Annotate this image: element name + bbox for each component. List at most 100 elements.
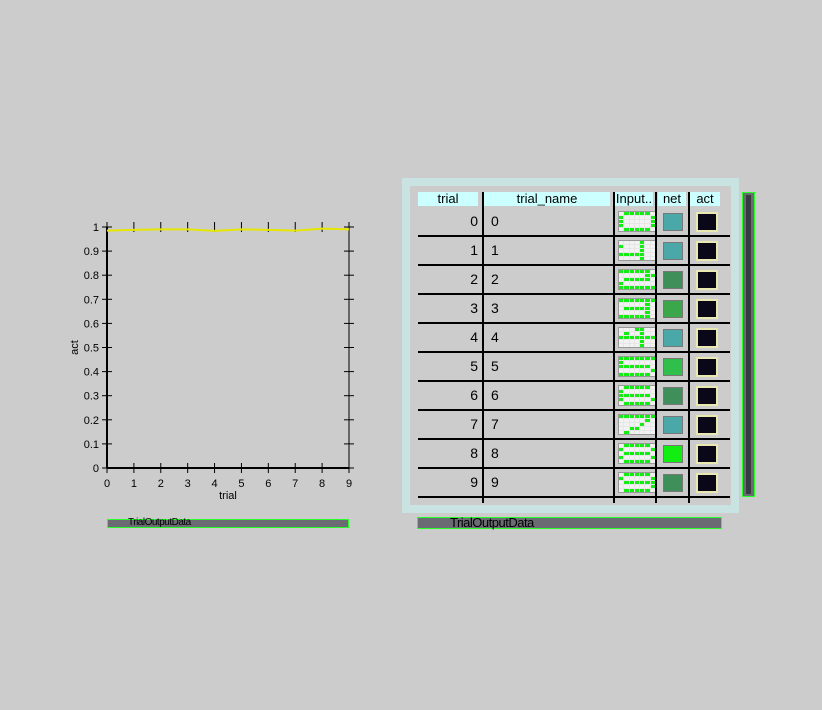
act-value-cell[interactable] (696, 444, 718, 464)
act-value-cell[interactable] (696, 270, 718, 290)
cell-trial[interactable]: 1 (418, 242, 478, 258)
input-unit (645, 340, 650, 343)
net-value-cell[interactable] (663, 416, 683, 434)
input-unit (640, 452, 645, 455)
cell-trial-name[interactable]: 8 (491, 445, 499, 461)
input-unit (629, 332, 634, 335)
input-unit (640, 394, 645, 397)
input-unit (629, 423, 634, 426)
act-value-cell[interactable] (696, 299, 718, 319)
table-row[interactable]: 55 (418, 353, 730, 382)
net-value-cell[interactable] (663, 271, 683, 289)
input-unit (634, 299, 640, 302)
net-value-cell[interactable] (663, 213, 683, 231)
input-unit (624, 249, 629, 252)
cell-trial-name[interactable]: 3 (491, 300, 499, 316)
input-unit (634, 278, 640, 281)
act-value-cell[interactable] (696, 415, 718, 435)
input-unit (629, 489, 634, 492)
input-pattern-cell[interactable] (618, 443, 656, 464)
input-pattern-cell[interactable] (618, 327, 656, 348)
cell-trial[interactable]: 9 (418, 474, 478, 490)
input-unit (619, 361, 624, 364)
input-pattern-cell[interactable] (618, 240, 656, 261)
table-row[interactable]: 66 (418, 382, 730, 411)
cell-trial[interactable]: 7 (418, 416, 478, 432)
net-value-cell[interactable] (663, 300, 683, 318)
cell-trial-name[interactable]: 5 (491, 358, 499, 374)
table-row[interactable]: 88 (418, 440, 730, 469)
net-value-cell[interactable] (663, 474, 683, 492)
y-axis-title: act (69, 340, 81, 355)
col-header-act[interactable]: act (690, 192, 720, 206)
input-pattern-cell[interactable] (618, 414, 656, 435)
act-value-cell[interactable] (696, 212, 718, 232)
table-row[interactable]: 11 (418, 237, 730, 266)
input-unit (645, 278, 650, 281)
input-unit (624, 307, 629, 310)
cell-trial[interactable]: 2 (418, 271, 478, 287)
input-pattern-cell[interactable] (618, 211, 656, 232)
col-divider (688, 192, 690, 503)
input-unit (629, 477, 634, 480)
grid-vertical-scrollbar[interactable] (742, 192, 755, 497)
input-unit (640, 427, 645, 430)
cell-trial[interactable]: 0 (418, 213, 478, 229)
cell-trial[interactable]: 4 (418, 329, 478, 345)
cell-trial[interactable]: 8 (418, 445, 478, 461)
table-row[interactable]: 44 (418, 324, 730, 353)
cell-trial-name[interactable]: 4 (491, 329, 499, 345)
table-row[interactable]: 00 (418, 208, 730, 237)
table-row[interactable]: 77 (418, 411, 730, 440)
net-value-cell[interactable] (663, 358, 683, 376)
col-header-trial[interactable]: trial (418, 192, 478, 206)
input-unit (629, 448, 634, 451)
act-value-cell[interactable] (696, 357, 718, 377)
net-value-cell[interactable] (663, 387, 683, 405)
scrollbar-thumb[interactable] (746, 195, 751, 494)
cell-trial-name[interactable]: 2 (491, 271, 499, 287)
act-series-line (106, 227, 350, 232)
cell-trial[interactable]: 6 (418, 387, 478, 403)
input-unit (634, 307, 640, 310)
input-unit (629, 228, 634, 231)
cell-trial-name[interactable]: 1 (491, 242, 499, 258)
col-header-net[interactable]: net (658, 192, 686, 206)
input-unit (645, 386, 650, 389)
net-value-cell[interactable] (663, 329, 683, 347)
input-pattern-cell[interactable] (618, 472, 656, 493)
cell-trial-name[interactable]: 6 (491, 387, 499, 403)
input-unit (634, 249, 640, 252)
input-pattern-cell[interactable] (618, 269, 656, 290)
input-pattern-cell[interactable] (618, 298, 656, 319)
input-unit (645, 286, 650, 289)
cell-trial[interactable]: 5 (418, 358, 478, 374)
input-unit (634, 489, 640, 492)
cell-trial-name[interactable]: 7 (491, 416, 499, 432)
input-unit (619, 423, 624, 426)
net-value-cell[interactable] (663, 445, 683, 463)
input-pattern-cell[interactable] (618, 385, 656, 406)
graph-label-text: TrialOutputData (128, 517, 191, 528)
input-unit (619, 332, 624, 335)
input-pattern-cell[interactable] (618, 356, 656, 377)
graph-label-bar[interactable]: TrialOutputData (107, 517, 349, 528)
input-unit (645, 423, 650, 426)
act-value-cell[interactable] (696, 386, 718, 406)
input-unit (640, 373, 645, 376)
input-unit (619, 307, 624, 310)
table-row[interactable]: 99 (418, 469, 730, 498)
col-header-trial-name[interactable]: trial_name (484, 192, 610, 206)
table-row[interactable]: 22 (418, 266, 730, 295)
cell-trial-name[interactable]: 0 (491, 213, 499, 229)
cell-trial[interactable]: 3 (418, 300, 478, 316)
col-header-input[interactable]: Input.. (615, 192, 653, 206)
cell-trial-name[interactable]: 9 (491, 474, 499, 490)
input-unit (645, 402, 650, 405)
table-row[interactable]: 33 (418, 295, 730, 324)
grid-label-bar[interactable]: TrialOutputData (417, 516, 722, 529)
act-value-cell[interactable] (696, 328, 718, 348)
act-value-cell[interactable] (696, 241, 718, 261)
net-value-cell[interactable] (663, 242, 683, 260)
act-value-cell[interactable] (696, 473, 718, 493)
